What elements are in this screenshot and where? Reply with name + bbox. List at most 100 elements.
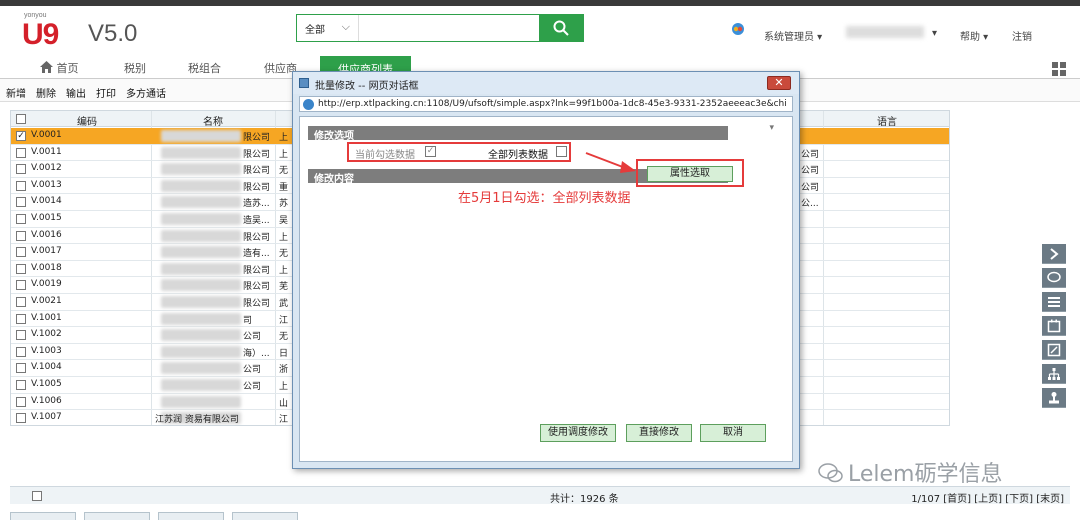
cell-name: 限公司 (243, 149, 271, 160)
cell-region: 浙 (279, 365, 289, 376)
pager[interactable]: 1/107 [首页] [上页] [下页] [末页] (911, 490, 1064, 505)
cell-name: 限公司 (243, 166, 271, 177)
row-checkbox[interactable] (16, 180, 26, 191)
cell-region: 江 (279, 415, 289, 426)
cell-name: 造苏... (243, 199, 270, 210)
side-edit-button[interactable] (1042, 340, 1066, 360)
bottom-button[interactable] (84, 512, 150, 520)
side-calendar-button[interactable] (1042, 316, 1066, 336)
dialog-title: 批量修改 -- 网页对话框 (315, 81, 419, 92)
tab-tax-type[interactable]: 税别 (124, 60, 146, 76)
row-checkbox[interactable] (16, 164, 26, 175)
row-checkbox[interactable] (16, 263, 26, 274)
batch-modify-button[interactable]: 使用调度修改 (540, 424, 616, 442)
search-button[interactable] (539, 15, 583, 41)
bottom-button[interactable] (10, 512, 76, 520)
help-label: 帮助 (960, 32, 980, 43)
row-checkbox[interactable] (16, 247, 26, 258)
row-checkbox[interactable]: ✓ (16, 131, 26, 141)
dialog-titlebar: 批量修改 -- 网页对话框 ✕ (293, 72, 799, 94)
more-options-icon[interactable]: ▾ (769, 123, 774, 133)
close-icon[interactable]: ✕ (767, 76, 791, 90)
row-checkbox[interactable] (16, 197, 26, 208)
cell-region: 重 (279, 182, 289, 193)
ie-icon (303, 99, 314, 110)
row-checkbox[interactable] (16, 346, 26, 357)
help-menu[interactable]: 帮助 ▾ (960, 28, 988, 43)
multi-call-button[interactable]: 多方通话 (126, 85, 166, 100)
section-options-header: 修改选项 (308, 126, 728, 142)
org-chevron-icon[interactable]: ▾ (932, 28, 937, 39)
highlight-box-options (347, 142, 571, 162)
row-checkbox[interactable] (16, 280, 26, 291)
cell-name: 造有... (243, 249, 270, 260)
bottom-button[interactable] (232, 512, 298, 520)
grid-icon[interactable] (1052, 62, 1066, 76)
cell-name: 公司 (243, 382, 262, 392)
calendar-icon (1047, 319, 1061, 333)
tab-tax-combo[interactable]: 税组合 (188, 60, 221, 76)
cell-name: 造吴... (243, 216, 270, 226)
cell-region: 无 (279, 166, 289, 177)
side-chat-button[interactable] (1042, 268, 1066, 288)
row-checkbox[interactable] (16, 214, 26, 224)
redacted-name (161, 329, 241, 342)
cell-code: V.0017 (31, 246, 62, 257)
redacted-name (161, 229, 241, 242)
side-org-button[interactable] (1042, 364, 1066, 384)
search-input[interactable] (361, 15, 537, 41)
logout-link[interactable]: 注销 (1012, 28, 1032, 43)
list-icon (1048, 297, 1060, 307)
side-list-button[interactable] (1042, 292, 1066, 312)
search-scope-select[interactable]: 全部 ⌵ (297, 15, 359, 41)
col-code-header: 编码 (77, 117, 97, 128)
chat-icon[interactable] (730, 22, 746, 38)
footer-checkbox[interactable] (32, 491, 42, 501)
redacted-name (161, 146, 241, 159)
cancel-button[interactable]: 取消 (700, 424, 766, 442)
select-all-checkbox[interactable] (16, 114, 26, 124)
row-checkbox[interactable] (16, 230, 26, 241)
cell-name: 海）... (243, 348, 270, 359)
annotation-arrow-icon (585, 152, 636, 173)
cell-region: 山 (279, 398, 289, 409)
redacted-name (161, 179, 241, 192)
row-checkbox[interactable] (16, 313, 26, 324)
delete-button[interactable]: 删除 (36, 85, 56, 100)
dialog-url-bar: http://erp.xtlpacking.cn:1108/U9/ufsoft/… (299, 96, 793, 112)
chevron-down-icon: ⌵ (341, 20, 350, 33)
cell-region: 武 (279, 299, 289, 309)
redacted-name (161, 279, 241, 292)
print-button[interactable]: 打印 (96, 85, 116, 100)
cell-region: 芜 (279, 282, 289, 293)
side-stamp-button[interactable] (1042, 388, 1066, 408)
row-checkbox[interactable] (16, 380, 26, 390)
row-checkbox[interactable] (16, 413, 26, 424)
org-chart-icon (1048, 368, 1060, 380)
new-button[interactable]: 新增 (6, 85, 26, 100)
cell-region: 上 (279, 382, 289, 392)
chevron-right-icon (1050, 248, 1059, 260)
cell-code: V.0014 (31, 196, 62, 207)
redacted-name (161, 246, 241, 259)
export-button[interactable]: 输出 (66, 85, 86, 100)
row-checkbox[interactable] (16, 330, 26, 341)
cell-region: 上 (279, 265, 289, 276)
side-expand-button[interactable] (1042, 244, 1066, 264)
row-checkbox[interactable] (16, 147, 26, 158)
bottom-button[interactable] (158, 512, 224, 520)
cell-name: 司 (243, 315, 253, 326)
wechat-icon (818, 463, 843, 483)
app-header: yonyou U9 V5.0 全部 ⌵ 系统管理员 ▾ ▾ 帮助 ▾ 注销 首页… (0, 6, 1080, 80)
dialog-url[interactable]: http://erp.xtlpacking.cn:1108/U9/ufsoft/… (318, 99, 788, 109)
tab-home[interactable]: 首页 (40, 60, 79, 76)
cell-name: 限公司 (243, 299, 271, 309)
brand-logo: U9 (22, 18, 59, 51)
cell-region: 上 (279, 232, 289, 243)
direct-modify-button[interactable]: 直接修改 (626, 424, 692, 442)
row-checkbox[interactable] (16, 297, 26, 307)
redacted-name (161, 345, 241, 358)
user-menu[interactable]: 系统管理员 ▾ (764, 28, 822, 43)
row-checkbox[interactable] (16, 396, 26, 407)
row-checkbox[interactable] (16, 363, 26, 374)
